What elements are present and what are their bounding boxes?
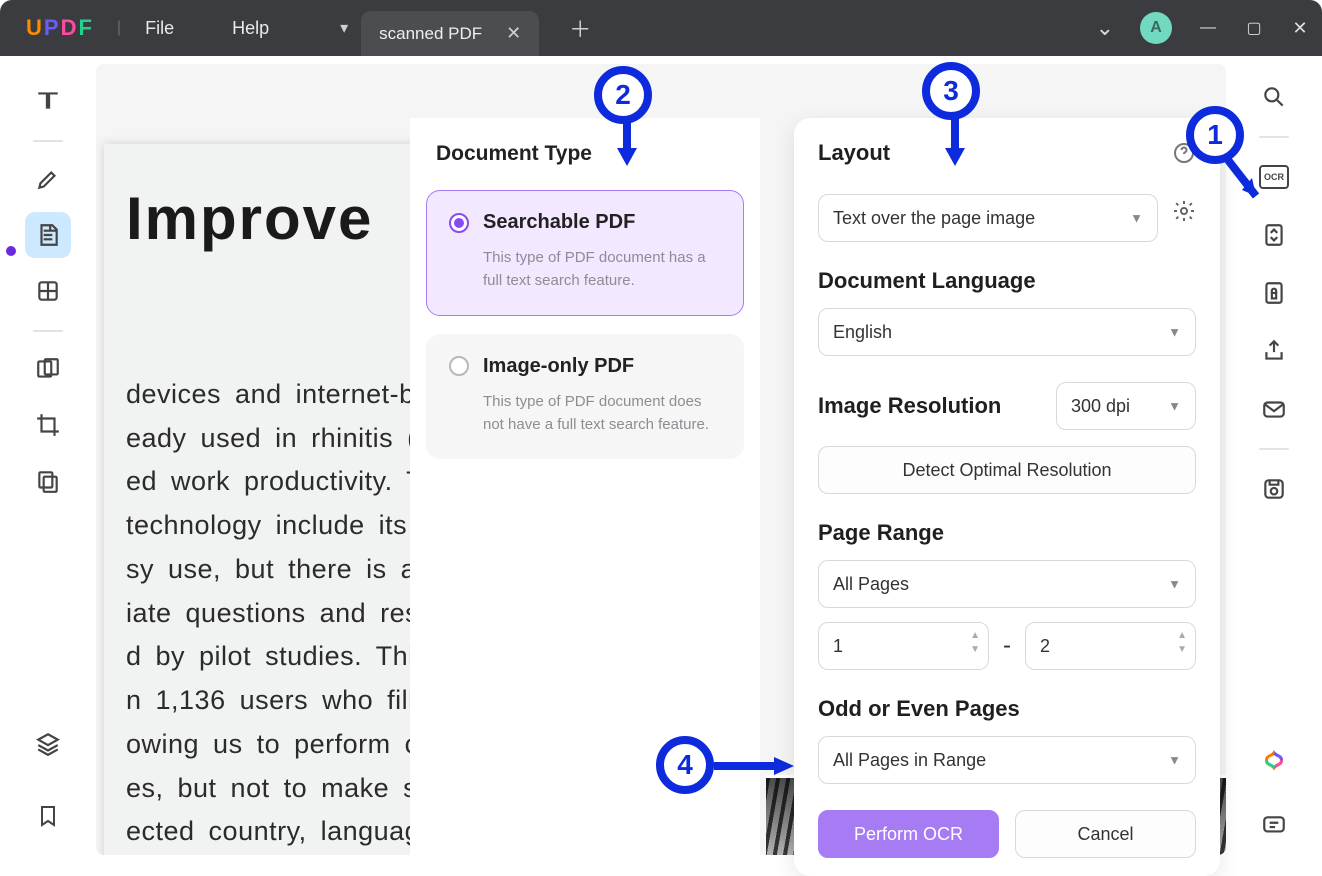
titlebar: UPDF | File Help ▾ scanned PDF ✕ ＋ ⌄ A —… [0, 0, 1322, 56]
tab-bar: ▾ scanned PDF ✕ ＋ [327, 0, 599, 56]
chevron-down-icon: ▼ [1168, 399, 1181, 414]
chevron-down-icon: ▼ [1168, 577, 1181, 592]
odd-even-value: All Pages in Range [833, 750, 986, 771]
toolbar-separator [33, 330, 63, 332]
detect-resolution-button[interactable]: Detect Optimal Resolution [818, 446, 1196, 494]
page-layout-icon[interactable] [25, 268, 71, 314]
titlebar-right: ⌄ A — ▢ ✕ [1096, 0, 1310, 56]
reader-mode-icon[interactable] [25, 78, 71, 124]
tab-title: scanned PDF [379, 24, 482, 44]
odd-even-label: Odd or Even Pages [818, 696, 1196, 722]
document-type-heading: Document Type [436, 142, 760, 166]
callout-1: 1 [1186, 106, 1244, 164]
layout-value: Text over the page image [833, 208, 1035, 229]
toolbar-separator [33, 140, 63, 142]
layout-label: Layout [818, 140, 890, 166]
protect-icon[interactable] [1251, 270, 1297, 316]
odd-even-select[interactable]: All Pages in Range ▼ [818, 736, 1196, 784]
chevron-down-icon: ▼ [1168, 753, 1181, 768]
language-value: English [833, 322, 892, 343]
email-icon[interactable] [1251, 386, 1297, 432]
option-title: Searchable PDF [483, 211, 635, 234]
callout-3: 3 [922, 62, 980, 120]
page-to-value: 2 [1040, 636, 1050, 657]
comment-icon[interactable] [1251, 803, 1297, 849]
callout-2: 2 [594, 66, 652, 124]
toolbar-separator [1259, 448, 1289, 450]
language-label: Document Language [818, 268, 1196, 294]
layout-select[interactable]: Text over the page image ▼ [818, 194, 1158, 242]
organize-pages-icon[interactable] [25, 346, 71, 392]
app-logo: UPDF [26, 15, 93, 41]
callout-4-arrow [712, 754, 798, 783]
callout-3-arrow [940, 114, 970, 175]
window-minimize-icon[interactable]: — [1198, 19, 1218, 37]
option-image-only-pdf[interactable]: Image-only PDF This type of PDF document… [426, 334, 744, 460]
layers-icon[interactable] [25, 721, 71, 767]
option-description: This type of PDF document does not have … [483, 390, 721, 437]
page-range-select[interactable]: All Pages ▼ [818, 560, 1196, 608]
radio-image-only-off[interactable] [449, 356, 469, 376]
ocr-settings-panel: Layout Text over the page image ▼ Docume… [794, 118, 1220, 876]
bookmark-icon[interactable] [25, 793, 71, 839]
main-area: Improve devices and internet-bas eady us… [0, 56, 1322, 863]
duplicate-page-icon[interactable] [25, 458, 71, 504]
page-range-label: Page Range [818, 520, 1196, 546]
left-toolbar [8, 56, 88, 863]
resolution-label: Image Resolution [818, 393, 1001, 419]
save-icon[interactable] [1251, 466, 1297, 512]
resolution-select[interactable]: 300 dpi ▼ [1056, 382, 1196, 430]
crop-icon[interactable] [25, 402, 71, 448]
tab-scanned-pdf[interactable]: scanned PDF ✕ [361, 11, 539, 56]
menu-help[interactable]: Help [232, 18, 269, 39]
tab-list-dropdown[interactable]: ▾ [327, 0, 361, 56]
option-searchable-pdf[interactable]: Searchable PDF This type of PDF document… [426, 190, 744, 316]
active-indicator-dot [6, 246, 16, 256]
toolbar-separator [1259, 136, 1289, 138]
search-icon[interactable] [1251, 74, 1297, 120]
page-from-value: 1 [833, 636, 843, 657]
gear-icon[interactable] [1172, 199, 1196, 223]
perform-ocr-button[interactable]: Perform OCR [818, 810, 999, 858]
account-dropdown-icon[interactable]: ⌄ [1096, 15, 1114, 41]
menu-file[interactable]: File [145, 18, 174, 39]
radio-searchable-on[interactable] [449, 213, 469, 233]
language-select[interactable]: English ▼ [818, 308, 1196, 356]
range-dash: - [1003, 632, 1011, 660]
highlighter-icon[interactable] [25, 156, 71, 202]
callout-2-arrow [612, 118, 642, 173]
tab-close-icon[interactable]: ✕ [506, 23, 521, 44]
cancel-button[interactable]: Cancel [1015, 810, 1196, 858]
new-tab-button[interactable]: ＋ [561, 12, 599, 44]
window-maximize-icon[interactable]: ▢ [1244, 18, 1264, 38]
page-from-input[interactable]: 1 ▲▼ [818, 622, 989, 670]
share-icon[interactable] [1251, 328, 1297, 374]
option-title: Image-only PDF [483, 355, 634, 378]
avatar[interactable]: A [1140, 12, 1172, 44]
chevron-down-icon: ▼ [1168, 325, 1181, 340]
spin-buttons[interactable]: ▲▼ [970, 631, 980, 655]
resolution-value: 300 dpi [1071, 396, 1130, 417]
callout-4: 4 [656, 736, 714, 794]
window-close-icon[interactable]: ✕ [1290, 18, 1310, 39]
callout-1-arrow [1222, 156, 1272, 221]
edit-pdf-icon[interactable] [25, 212, 71, 258]
option-description: This type of PDF document has a full tex… [483, 246, 721, 293]
chevron-down-icon: ▼ [1130, 211, 1143, 226]
page-range-value: All Pages [833, 574, 909, 595]
logo-separator: | [117, 19, 121, 37]
spin-buttons[interactable]: ▲▼ [1177, 631, 1187, 655]
page-to-input[interactable]: 2 ▲▼ [1025, 622, 1196, 670]
ai-assistant-icon[interactable] [1251, 741, 1297, 787]
